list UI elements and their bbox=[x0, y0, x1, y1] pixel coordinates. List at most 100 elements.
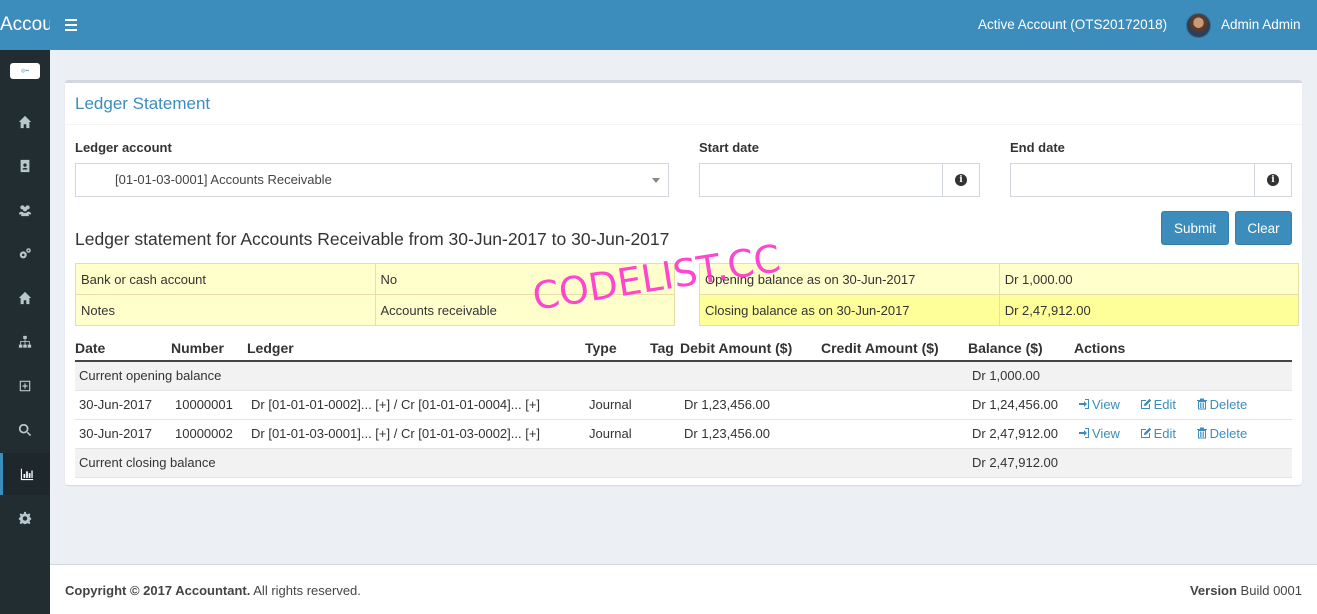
copyright-bold: Copyright © 2017 Accountant. bbox=[65, 583, 251, 598]
start-date-label: Start date bbox=[699, 140, 759, 155]
column-header-credit[interactable]: Credit Amount ($) bbox=[821, 337, 968, 362]
view-button[interactable]: View bbox=[1078, 426, 1120, 441]
gear-icon bbox=[18, 511, 32, 525]
delete-label: Delete bbox=[1209, 397, 1248, 412]
edit-icon bbox=[1140, 398, 1151, 409]
opening-balance-value: Dr 1,000.00 bbox=[998, 263, 1300, 295]
version-rest: Build 0001 bbox=[1236, 583, 1302, 598]
table-row: 30-Jun-2017 10000002 Dr [01-01-03-0001].… bbox=[75, 419, 1292, 449]
sidebar: ◎▪▪ bbox=[0, 50, 50, 614]
ledger-account-select[interactable]: [01-01-03-0001] Accounts Receivable bbox=[75, 163, 669, 197]
info-icon: i bbox=[955, 174, 967, 186]
chevron-down-icon bbox=[652, 178, 660, 183]
entry-debit: Dr 1,23,456.00 bbox=[680, 390, 821, 420]
trash-icon bbox=[1196, 398, 1207, 410]
entry-ledger[interactable]: Dr [01-01-03-0001]... [+] / Cr [01-01-03… bbox=[247, 419, 585, 449]
start-date-info-addon[interactable]: i bbox=[942, 164, 979, 196]
table-header-row: Date Number Ledger Type Tag Debit Amount… bbox=[75, 337, 1292, 362]
box-divider bbox=[65, 124, 1302, 125]
sidebar-item-settings-group[interactable] bbox=[0, 233, 50, 275]
entry-date: 30-Jun-2017 bbox=[75, 390, 171, 420]
closing-row-label: Current closing balance bbox=[75, 448, 968, 478]
search-icon bbox=[18, 423, 32, 437]
entry-ledger[interactable]: Dr [01-01-01-0002]... [+] / Cr [01-01-01… bbox=[247, 390, 585, 420]
closing-balance-label: Closing balance as on 30-Jun-2017 bbox=[699, 294, 1000, 326]
sidebar-item-add[interactable] bbox=[0, 365, 50, 407]
column-header-type[interactable]: Type bbox=[585, 337, 650, 362]
bank-cash-label: Bank or cash account bbox=[75, 263, 376, 295]
clear-button[interactable]: Clear bbox=[1235, 211, 1292, 245]
entry-tag bbox=[650, 419, 680, 449]
table-row: 30-Jun-2017 10000001 Dr [01-01-01-0002].… bbox=[75, 390, 1292, 420]
entry-balance: Dr 2,47,912.00 bbox=[968, 419, 1074, 449]
ledger-entries-table: Date Number Ledger Type Tag Debit Amount… bbox=[75, 337, 1292, 478]
delete-button[interactable]: Delete bbox=[1196, 426, 1247, 441]
version-bold: Version bbox=[1189, 583, 1237, 598]
sidebar-item-users[interactable] bbox=[0, 189, 50, 231]
sidebar-item-reports[interactable] bbox=[0, 453, 50, 495]
notes-value: Accounts receivable bbox=[374, 294, 675, 326]
opening-row-label: Current opening balance bbox=[75, 361, 968, 391]
home-icon bbox=[18, 115, 32, 129]
sidebar-item-entries[interactable] bbox=[0, 145, 50, 187]
page-title: Ledger Statement bbox=[75, 94, 211, 113]
sidebar-item-dashboard[interactable] bbox=[0, 101, 50, 143]
bar-chart-icon bbox=[20, 468, 33, 481]
active-account-link[interactable]: Active Account (OTS20172018) bbox=[978, 0, 1167, 50]
copyright-rest: All rights reserved. bbox=[250, 583, 361, 598]
start-date-input[interactable]: i bbox=[699, 163, 980, 197]
trash-icon bbox=[1196, 427, 1207, 439]
end-date-info-addon[interactable]: i bbox=[1254, 164, 1291, 196]
sidebar-item-search[interactable] bbox=[0, 409, 50, 451]
notes-label: Notes bbox=[75, 294, 376, 326]
user-menu[interactable]: Admin Admin bbox=[1221, 0, 1301, 50]
entry-number: 10000002 bbox=[171, 419, 247, 449]
column-header-actions: Actions bbox=[1074, 337, 1292, 362]
edit-button[interactable]: Edit bbox=[1140, 397, 1176, 412]
bank-cash-value: No bbox=[374, 263, 675, 295]
entry-type: Journal bbox=[585, 419, 650, 449]
sign-in-icon bbox=[1079, 399, 1089, 409]
column-header-ledger[interactable]: Ledger bbox=[247, 337, 585, 362]
account-info-table: Bank or cash account No Notes Accounts r… bbox=[75, 263, 675, 326]
column-header-date[interactable]: Date bbox=[75, 337, 171, 362]
top-navbar: Accountant Active Account (OTS20172018) … bbox=[0, 0, 1317, 50]
column-header-debit[interactable]: Debit Amount ($) bbox=[680, 337, 821, 362]
hamburger-icon bbox=[65, 19, 77, 21]
end-date-label: End date bbox=[1010, 140, 1065, 155]
sidebar-toggle-button[interactable] bbox=[60, 14, 82, 36]
column-header-number[interactable]: Number bbox=[171, 337, 247, 362]
entry-type: Journal bbox=[585, 390, 650, 420]
statement-heading: Ledger statement for Accounts Receivable… bbox=[75, 229, 670, 249]
sidebar-item-chart-of-accounts[interactable] bbox=[0, 321, 50, 363]
footer: Copyright © 2017 Accountant. All rights … bbox=[50, 564, 1317, 614]
entry-tag bbox=[650, 390, 680, 420]
delete-button[interactable]: Delete bbox=[1196, 397, 1248, 412]
users-icon bbox=[18, 205, 32, 217]
app-logo-text[interactable]: Accountant bbox=[0, 0, 50, 50]
edit-button[interactable]: Edit bbox=[1140, 426, 1176, 441]
ledger-account-selected-value: [01-01-03-0001] Accounts Receivable bbox=[115, 172, 332, 187]
view-button[interactable]: View bbox=[1078, 397, 1120, 412]
entry-number: 10000001 bbox=[171, 390, 247, 420]
column-header-balance[interactable]: Balance ($) bbox=[968, 337, 1074, 362]
view-label: View bbox=[1092, 426, 1120, 441]
closing-row-balance: Dr 2,47,912.00 bbox=[968, 448, 1074, 478]
user-avatar[interactable] bbox=[1186, 13, 1211, 38]
column-header-tag[interactable]: Tag bbox=[650, 337, 680, 362]
sidebar-item-home[interactable] bbox=[0, 277, 50, 319]
submit-button[interactable]: Submit bbox=[1161, 211, 1229, 245]
edit-icon bbox=[1140, 427, 1151, 438]
ledger-statement-box: Ledger Statement Ledger account [01-01-0… bbox=[65, 80, 1302, 485]
closing-balance-row: Current closing balance Dr 2,47,912.00 bbox=[75, 448, 1292, 478]
entry-balance: Dr 1,24,456.00 bbox=[968, 390, 1074, 420]
entry-debit: Dr 1,23,456.00 bbox=[680, 419, 821, 449]
edit-label: Edit bbox=[1153, 397, 1176, 412]
entry-credit bbox=[821, 390, 968, 420]
home-icon bbox=[18, 291, 32, 305]
sitemap-icon bbox=[18, 335, 32, 348]
view-label: View bbox=[1092, 397, 1120, 412]
edit-label: Edit bbox=[1153, 426, 1176, 441]
end-date-input[interactable]: i bbox=[1010, 163, 1292, 197]
sidebar-item-settings[interactable] bbox=[0, 497, 50, 539]
